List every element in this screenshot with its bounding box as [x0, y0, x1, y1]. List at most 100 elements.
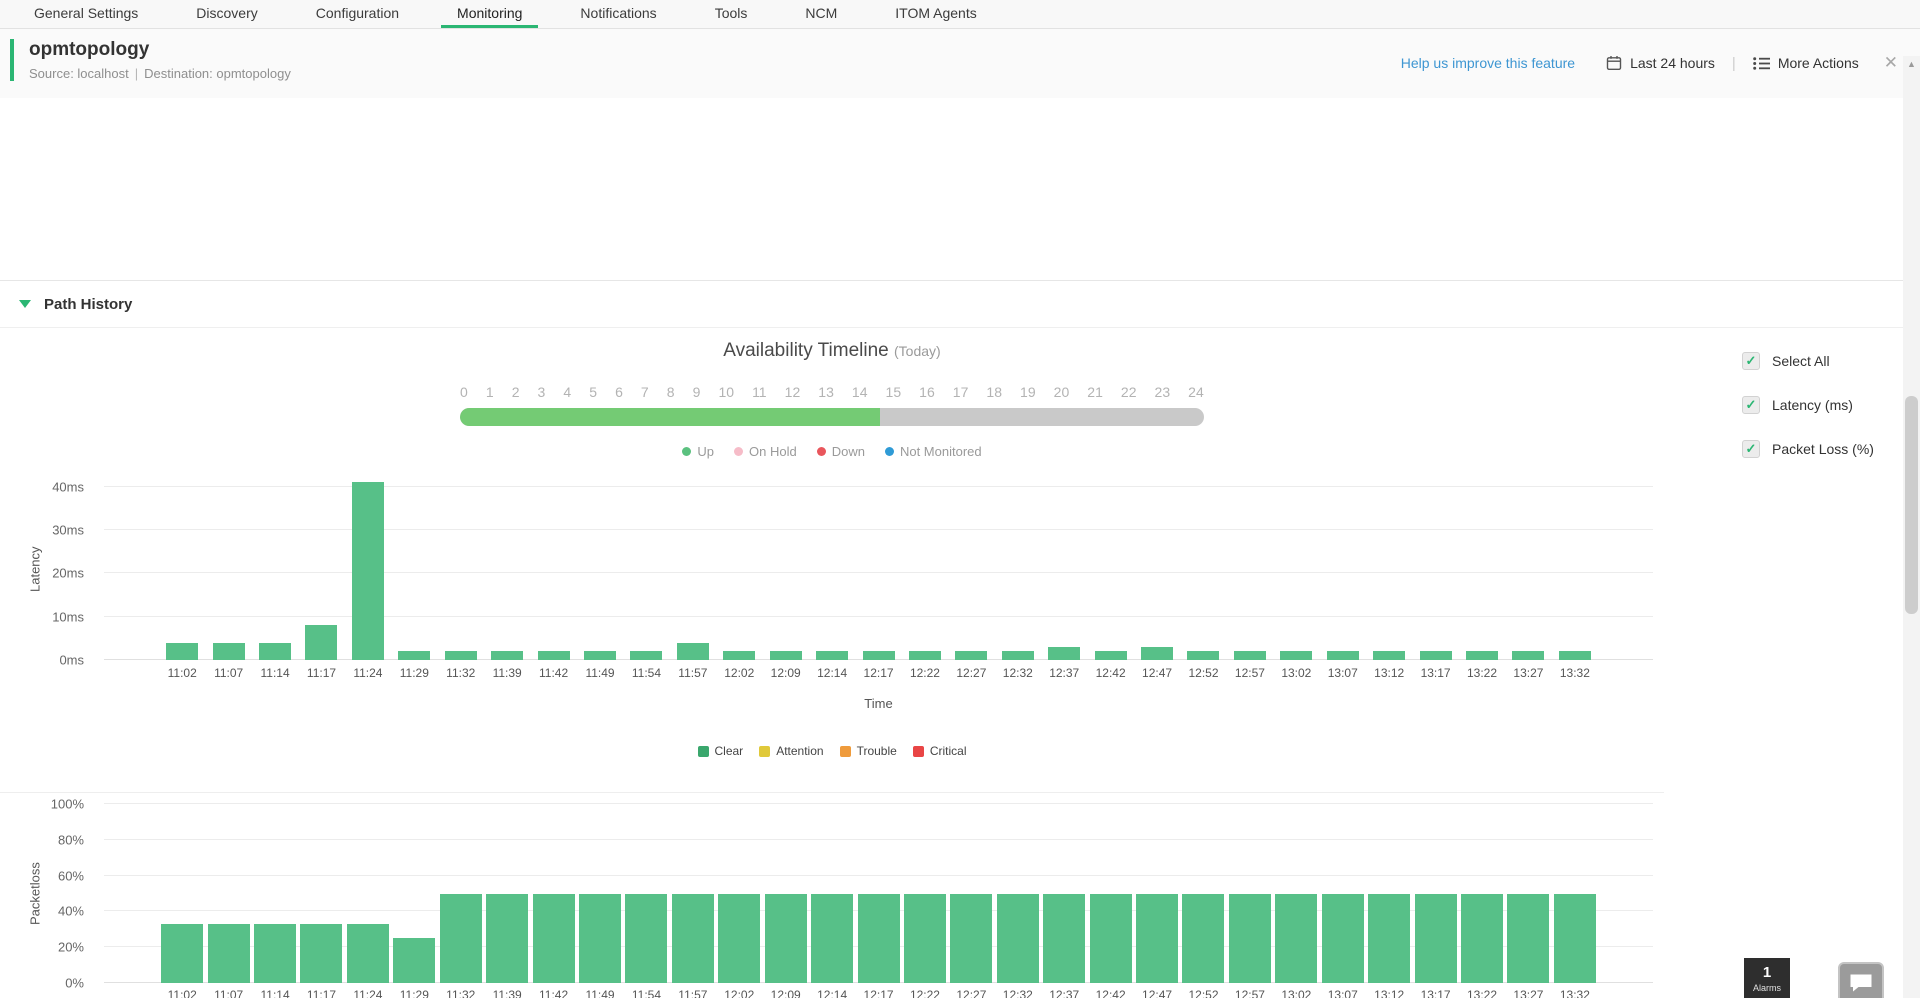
- latency-bar[interactable]: [1373, 651, 1405, 660]
- packetloss-bar[interactable]: [765, 894, 807, 984]
- packetloss-ytick: 0%: [0, 976, 94, 991]
- packetloss-bar[interactable]: [161, 924, 203, 983]
- tab-ncm[interactable]: NCM: [789, 0, 853, 28]
- latency-bar[interactable]: [584, 651, 616, 660]
- packetloss-bar[interactable]: [1090, 894, 1132, 984]
- packetloss-bar[interactable]: [300, 924, 342, 983]
- severity-legend-item[interactable]: Clear: [698, 744, 744, 758]
- latency-bar[interactable]: [213, 643, 245, 660]
- packetloss-bar[interactable]: [672, 894, 714, 984]
- vertical-scrollbar[interactable]: ▲: [1903, 56, 1920, 998]
- packetloss-bar[interactable]: [811, 894, 853, 984]
- time-range-selector[interactable]: Last 24 hours: [1606, 55, 1715, 71]
- availability-legend-item[interactable]: On Hold: [734, 444, 797, 459]
- packetloss-bar[interactable]: [1136, 894, 1178, 984]
- packetloss-bar[interactable]: [950, 894, 992, 984]
- latency-bar[interactable]: [863, 651, 895, 660]
- tab-general-settings[interactable]: General Settings: [18, 0, 154, 28]
- latency-bar[interactable]: [677, 643, 709, 660]
- packetloss-bar[interactable]: [1554, 894, 1596, 984]
- packetloss-xtick: 13:07: [1320, 988, 1366, 998]
- latency-bar[interactable]: [1002, 651, 1034, 660]
- availability-progress-bar[interactable]: [460, 408, 1204, 426]
- packetloss-bar[interactable]: [208, 924, 250, 983]
- latency-bar[interactable]: [955, 651, 987, 660]
- packetloss-bar[interactable]: [1322, 894, 1364, 984]
- packetloss-bar[interactable]: [1507, 894, 1549, 984]
- packetloss-bar[interactable]: [1368, 894, 1410, 984]
- packetloss-bar[interactable]: [486, 894, 528, 984]
- packetloss-bar[interactable]: [1415, 894, 1457, 984]
- latency-bar[interactable]: [1141, 647, 1173, 660]
- availability-legend-item[interactable]: Not Monitored: [885, 444, 982, 459]
- severity-legend-item[interactable]: Critical: [913, 744, 967, 758]
- tab-configuration[interactable]: Configuration: [300, 0, 415, 28]
- latency-bar[interactable]: [630, 651, 662, 660]
- scrollbar-up-arrow-icon[interactable]: ▲: [1903, 56, 1920, 72]
- availability-legend-item[interactable]: Down: [817, 444, 865, 459]
- packetloss-bar[interactable]: [254, 924, 296, 983]
- severity-legend-item[interactable]: Trouble: [840, 744, 897, 758]
- latency-bar[interactable]: [491, 651, 523, 660]
- packetloss-yticks: 0%20%40%60%80%100%: [0, 804, 94, 983]
- packetloss-bar[interactable]: [858, 894, 900, 984]
- latency-bar[interactable]: [1187, 651, 1219, 660]
- latency-bar[interactable]: [1280, 651, 1312, 660]
- tab-tools[interactable]: Tools: [699, 0, 764, 28]
- latency-bar[interactable]: [723, 651, 755, 660]
- latency-bar[interactable]: [259, 643, 291, 660]
- latency-bar[interactable]: [1420, 651, 1452, 660]
- packetloss-xtick: 12:09: [762, 988, 808, 998]
- availability-title-text: Availability Timeline: [723, 340, 888, 361]
- severity-legend-item[interactable]: Attention: [759, 744, 823, 758]
- packetloss-bar[interactable]: [1229, 894, 1271, 984]
- chat-button[interactable]: [1838, 962, 1884, 998]
- latency-bar[interactable]: [909, 651, 941, 660]
- more-actions-button[interactable]: More Actions: [1753, 55, 1859, 71]
- tab-itom-agents[interactable]: ITOM Agents: [879, 0, 992, 28]
- latency-bar[interactable]: [166, 643, 198, 660]
- checkbox-packet-loss[interactable]: ✓Packet Loss (%): [1742, 440, 1874, 458]
- availability-legend-item[interactable]: Up: [682, 444, 714, 459]
- packetloss-bar[interactable]: [579, 894, 621, 984]
- header-actions: Help us improve this feature Last 24 hou…: [1401, 28, 1904, 98]
- scrollbar-thumb[interactable]: [1905, 396, 1918, 614]
- latency-bar[interactable]: [305, 625, 337, 660]
- packetloss-bar-slot: [1180, 804, 1226, 983]
- latency-bar[interactable]: [1048, 647, 1080, 660]
- checkbox-latency-ms[interactable]: ✓Latency (ms): [1742, 396, 1874, 414]
- latency-bar[interactable]: [538, 651, 570, 660]
- packetloss-bar[interactable]: [1182, 894, 1224, 984]
- latency-bar[interactable]: [1512, 651, 1544, 660]
- latency-bar[interactable]: [1327, 651, 1359, 660]
- packetloss-bar[interactable]: [904, 894, 946, 984]
- packetloss-bar[interactable]: [718, 894, 760, 984]
- latency-bar[interactable]: [398, 651, 430, 660]
- latency-bar[interactable]: [1559, 651, 1591, 660]
- help-improve-link[interactable]: Help us improve this feature: [1401, 55, 1575, 71]
- latency-bar[interactable]: [1234, 651, 1266, 660]
- collapse-caret-icon[interactable]: [19, 300, 31, 308]
- packetloss-bar[interactable]: [625, 894, 667, 984]
- latency-bar[interactable]: [1095, 651, 1127, 660]
- tab-notifications[interactable]: Notifications: [564, 0, 672, 28]
- tab-discovery[interactable]: Discovery: [180, 0, 273, 28]
- close-icon[interactable]: ✕: [1884, 53, 1898, 73]
- packetloss-bar[interactable]: [1461, 894, 1503, 984]
- packetloss-bar[interactable]: [997, 894, 1039, 984]
- latency-bar[interactable]: [816, 651, 848, 660]
- packetloss-bar[interactable]: [1043, 894, 1085, 984]
- packetloss-bar[interactable]: [393, 938, 435, 983]
- packetloss-bar[interactable]: [440, 894, 482, 984]
- packetloss-bar[interactable]: [1275, 894, 1317, 984]
- hour-tick: 2: [512, 384, 520, 400]
- latency-bar[interactable]: [352, 482, 384, 660]
- packetloss-bar[interactable]: [533, 894, 575, 984]
- packetloss-bar[interactable]: [347, 924, 389, 983]
- latency-bar[interactable]: [445, 651, 477, 660]
- tab-monitoring[interactable]: Monitoring: [441, 0, 538, 28]
- alarms-badge[interactable]: 1 Alarms: [1744, 958, 1790, 998]
- latency-bar[interactable]: [1466, 651, 1498, 660]
- checkbox-select-all[interactable]: ✓Select All: [1742, 352, 1874, 370]
- latency-bar[interactable]: [770, 651, 802, 660]
